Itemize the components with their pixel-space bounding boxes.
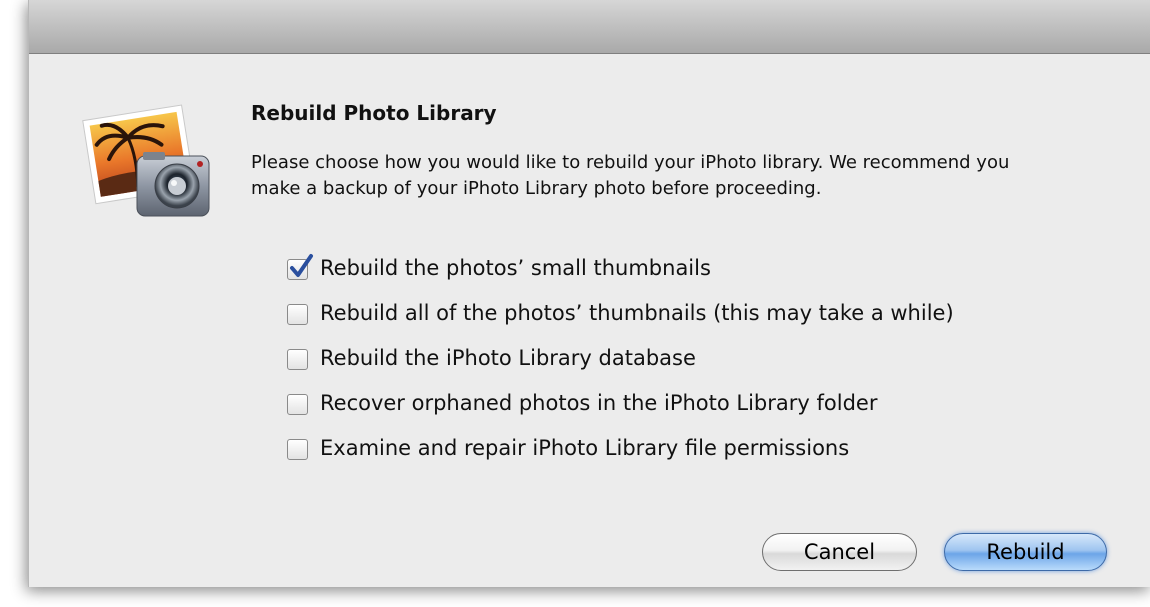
option-rebuild-all-thumbnails[interactable]: Rebuild all of the photos’ thumbnails (t… (287, 296, 954, 341)
option-repair-permissions[interactable]: Examine and repair iPhoto Library file p… (287, 431, 954, 476)
checkbox-rebuild-all-thumbnails[interactable] (287, 304, 308, 325)
checkmark-icon (290, 254, 313, 277)
option-label: Recover orphaned photos in the iPhoto Li… (320, 391, 878, 415)
checkbox-rebuild-small-thumbnails[interactable] (287, 254, 313, 280)
option-rebuild-small-thumbnails[interactable]: Rebuild the photos’ small thumbnails (287, 251, 954, 296)
rebuild-button[interactable]: Rebuild (944, 533, 1107, 571)
rebuild-dialog-sheet: Rebuild Photo Library Please choose how … (28, 0, 1150, 587)
option-label: Rebuild all of the photos’ thumbnails (t… (320, 301, 954, 325)
cancel-button[interactable]: Cancel (762, 533, 917, 571)
option-label: Examine and repair iPhoto Library file p… (320, 436, 850, 460)
checkbox-rebuild-database[interactable] (287, 349, 308, 370)
rebuild-options-list: Rebuild the photos’ small thumbnails Reb… (287, 251, 954, 476)
checkbox-recover-orphaned-photos[interactable] (287, 394, 308, 415)
iphoto-app-icon (81, 96, 213, 224)
option-recover-orphaned-photos[interactable]: Recover orphaned photos in the iPhoto Li… (287, 386, 954, 431)
dialog-message: Please choose how you would like to rebu… (251, 152, 1010, 199)
option-label: Rebuild the photos’ small thumbnails (320, 256, 711, 280)
option-rebuild-database[interactable]: Rebuild the iPhoto Library database (287, 341, 954, 386)
window-titlebar (29, 0, 1150, 54)
dialog-title: Rebuild Photo Library (251, 101, 497, 125)
checkbox-repair-permissions[interactable] (287, 439, 308, 460)
option-label: Rebuild the iPhoto Library database (320, 346, 696, 370)
